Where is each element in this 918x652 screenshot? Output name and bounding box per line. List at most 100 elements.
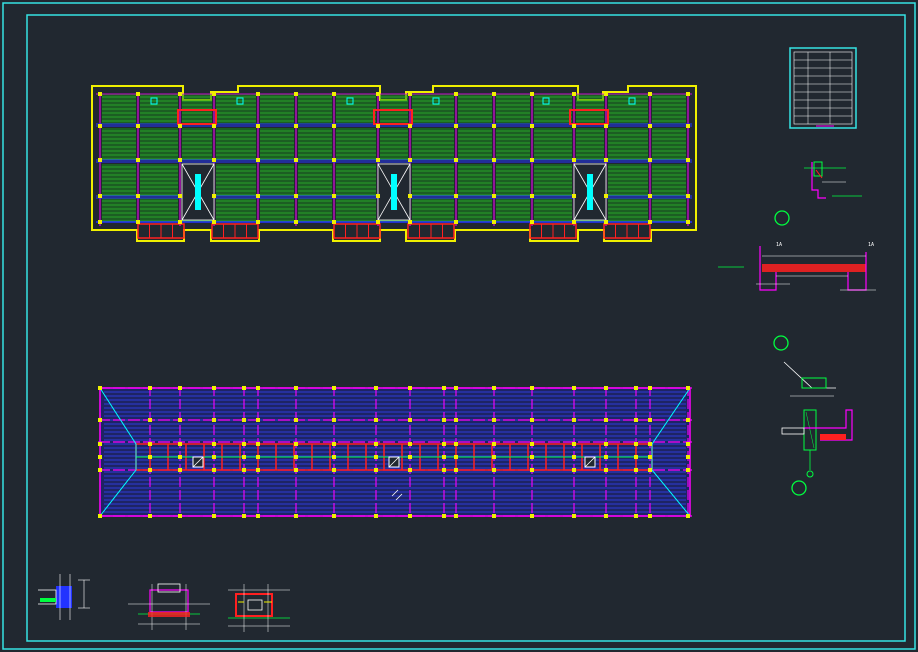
stair-core xyxy=(587,174,593,210)
roof-column-node xyxy=(442,455,446,459)
slab-panel xyxy=(458,198,492,222)
roof-column-node xyxy=(212,468,216,472)
roof-column-node xyxy=(686,455,690,459)
column-node xyxy=(648,220,652,224)
roof-column-node xyxy=(98,455,102,459)
roof-column-node xyxy=(294,455,298,459)
roof-column-node xyxy=(374,468,378,472)
column-node xyxy=(376,158,380,162)
roof-column-node xyxy=(686,468,690,472)
roof-column-node xyxy=(634,386,638,390)
slab-panel xyxy=(298,198,332,222)
roof-column-node xyxy=(604,442,608,446)
roof-column-node xyxy=(492,442,496,446)
roof-column-node xyxy=(408,514,412,518)
roof-column-node xyxy=(492,468,496,472)
roof-column-node xyxy=(256,442,260,446)
roof-column-node xyxy=(530,468,534,472)
roof-column-node xyxy=(148,455,152,459)
column-node xyxy=(256,194,260,198)
column-node xyxy=(454,124,458,128)
slab-panel xyxy=(260,198,294,222)
roof-column-node xyxy=(148,468,152,472)
roof-column-node xyxy=(242,386,246,390)
column-node xyxy=(332,220,336,224)
column-node xyxy=(530,194,534,198)
detail-tag-b: 1A xyxy=(868,242,874,248)
column-node xyxy=(408,194,412,198)
roof-column-node xyxy=(454,468,458,472)
roof-column-node xyxy=(332,386,336,390)
roof-column-node xyxy=(212,442,216,446)
slab-panel xyxy=(496,198,530,222)
roof-column-node xyxy=(442,514,446,518)
column-node xyxy=(332,194,336,198)
roof-column-node xyxy=(98,418,102,422)
roof-column-node xyxy=(242,418,246,422)
column-node xyxy=(604,92,608,96)
roof-column-node xyxy=(374,455,378,459)
column-node xyxy=(572,124,576,128)
roof-column-node xyxy=(648,468,652,472)
roof-column-node xyxy=(178,468,182,472)
column-node xyxy=(98,124,102,128)
column-node xyxy=(212,92,216,96)
column-node xyxy=(492,124,496,128)
column-node xyxy=(376,194,380,198)
roof-column-node xyxy=(530,442,534,446)
roof-column-node xyxy=(178,386,182,390)
roof-column-node xyxy=(634,468,638,472)
column-node xyxy=(98,194,102,198)
column-node xyxy=(530,220,534,224)
column-node xyxy=(256,124,260,128)
roof-column-node xyxy=(408,455,412,459)
slab-panel xyxy=(652,198,686,222)
roof-column-node xyxy=(148,442,152,446)
roof-column-node xyxy=(634,455,638,459)
slab-panel xyxy=(412,198,454,222)
column-node xyxy=(376,124,380,128)
roof-column-node xyxy=(256,514,260,518)
roof-column-node xyxy=(686,442,690,446)
bottom-detail-b xyxy=(128,583,210,630)
roof-column-node xyxy=(178,455,182,459)
roof-column-node xyxy=(604,386,608,390)
column-node xyxy=(492,220,496,224)
bottom-detail-a xyxy=(38,574,90,620)
column-node xyxy=(294,194,298,198)
roof-column-node xyxy=(178,514,182,518)
stair-core xyxy=(391,174,397,210)
roof-column-node xyxy=(454,442,458,446)
roof-column-node xyxy=(634,442,638,446)
roof-column-node xyxy=(530,455,534,459)
column-node xyxy=(604,124,608,128)
roof-column-node xyxy=(686,386,690,390)
roof-column-node xyxy=(572,386,576,390)
column-node xyxy=(136,124,140,128)
roof-column-node xyxy=(294,468,298,472)
legend-table xyxy=(789,47,857,129)
roof-column-node xyxy=(686,514,690,518)
roof-column-node xyxy=(256,418,260,422)
column-node xyxy=(492,158,496,162)
roof-column-node xyxy=(604,514,608,518)
column-node xyxy=(376,92,380,96)
column-node xyxy=(212,220,216,224)
column-node xyxy=(648,158,652,162)
column-node xyxy=(686,220,690,224)
column-node xyxy=(686,124,690,128)
column-node xyxy=(98,158,102,162)
column-node xyxy=(686,92,690,96)
roof-column-node xyxy=(604,418,608,422)
roof-column-node xyxy=(98,514,102,518)
column-node xyxy=(454,194,458,198)
upper-floor-slab-plan xyxy=(91,85,697,242)
roof-column-node xyxy=(572,418,576,422)
roof-column-node xyxy=(442,418,446,422)
column-node xyxy=(136,220,140,224)
column-node xyxy=(492,194,496,198)
roof-column-node xyxy=(374,514,378,518)
column-node xyxy=(212,158,216,162)
roof-column-node xyxy=(604,455,608,459)
cad-drawing-canvas: 1A 1A xyxy=(2,2,916,650)
